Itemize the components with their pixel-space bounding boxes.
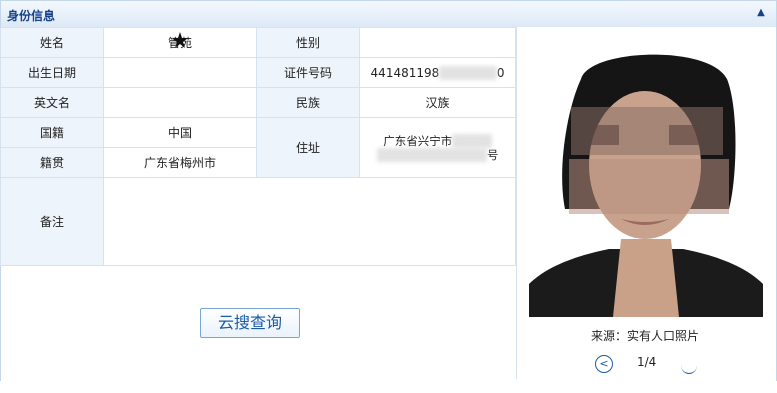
- next-icon[interactable]: [681, 357, 697, 374]
- name-label: 姓名: [0, 27, 104, 58]
- panel-header: 身份信息 ▲: [1, 1, 776, 28]
- star-icon: [172, 32, 188, 48]
- prev-icon[interactable]: <: [595, 355, 613, 373]
- photo-page-indicator: 1/4: [637, 355, 657, 369]
- bottom-bar: [0, 381, 777, 393]
- cloud-search-button[interactable]: 云搜查询: [200, 308, 300, 338]
- gender-label: 性别: [256, 27, 360, 58]
- english-name-value: [103, 87, 257, 118]
- native-place-label: 籍贯: [0, 147, 104, 178]
- chevron-up-icon[interactable]: ▲: [754, 6, 768, 20]
- person-photo: [529, 39, 763, 317]
- photo-source-text: 来源：实有人口照片: [591, 329, 700, 343]
- id-number-value: 441481198XXXXXXX0: [359, 57, 516, 88]
- address-label: 住址: [256, 117, 360, 178]
- native-place-value: 广东省梅州市: [103, 147, 257, 178]
- panel-title: 身份信息: [7, 9, 56, 23]
- birth-label: 出生日期: [0, 57, 104, 88]
- ethnicity-value: 汉族: [359, 87, 516, 118]
- identity-table: 姓名 管苑 性别 出生日期 证件号码 441481198XXXXXXX0 英文名…: [0, 27, 516, 266]
- remark-value: [103, 177, 516, 266]
- id-redaction: XXXXXXX: [439, 65, 497, 80]
- photo-panel: 来源：实有人口照片 < 1/4: [516, 27, 776, 379]
- nationality-label: 国籍: [0, 117, 104, 148]
- id-number-label: 证件号码: [256, 57, 360, 88]
- address-value: 广东省兴宁市XXXXXXXXXXXXXXXXXXX号: [359, 117, 516, 178]
- gender-value: [359, 27, 516, 58]
- english-name-label: 英文名: [0, 87, 104, 118]
- ethnicity-label: 民族: [256, 87, 360, 118]
- birth-value: [103, 57, 257, 88]
- remark-label: 备注: [0, 177, 104, 266]
- nationality-value: 中国: [103, 117, 257, 148]
